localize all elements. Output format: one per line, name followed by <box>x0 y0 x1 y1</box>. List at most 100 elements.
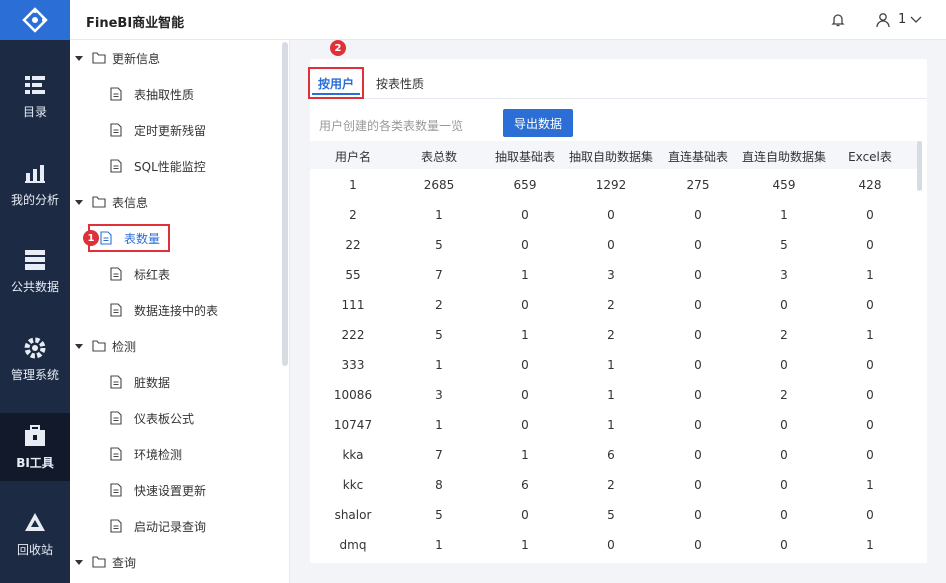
table-cell: 0 <box>694 418 702 432</box>
nav-item-recycle-bin[interactable]: 回收站 <box>0 500 70 568</box>
table-cell: 1 <box>435 358 443 372</box>
table-row: dmq 1 1 0 0 0 1 <box>310 529 922 559</box>
table-row: 2 1 0 0 0 1 0 <box>310 199 922 229</box>
table-cell: dmq <box>339 538 367 552</box>
table-cell: 0 <box>607 208 615 222</box>
tree-item[interactable]: 表抽取性质 <box>110 83 194 105</box>
folder-icon <box>92 556 106 568</box>
table-cell: 0 <box>866 448 874 462</box>
table-cell: 5 <box>435 238 443 252</box>
catalog-icon <box>25 75 45 94</box>
tree-item[interactable]: 表数量 <box>88 224 171 252</box>
tree-item[interactable]: 快速设置更新 <box>110 479 206 501</box>
tree-group[interactable]: 查询 <box>74 551 136 573</box>
nav-label: 公共数据 <box>10 279 59 294</box>
table-cell: 1 <box>435 418 443 432</box>
nav-item-bi-tools[interactable]: BI工具 <box>0 413 70 481</box>
table-header: 用户名 表总数 抽取基础表 抽取自助数据集 直连基础表 直连自助数据集 Excel表 <box>310 141 922 169</box>
tab-by-user[interactable]: 按用户 <box>308 67 364 99</box>
column-header: 用户名 <box>334 150 371 164</box>
user-name[interactable]: 1 <box>898 12 906 27</box>
table-cell: 1 <box>521 268 529 282</box>
nav-label: 管理系统 <box>10 367 59 382</box>
tree-group-label: 表信息 <box>112 195 149 210</box>
bell-icon[interactable] <box>830 12 846 28</box>
table-cell: 6 <box>521 478 529 492</box>
tree-group[interactable]: 更新信息 <box>74 47 160 69</box>
user-icon[interactable] <box>875 12 891 28</box>
caret-down-icon[interactable] <box>74 197 84 207</box>
table-row: 222 5 1 2 0 2 1 <box>310 319 922 349</box>
table-cell: 1 <box>780 208 788 222</box>
tree-item[interactable]: 环境检测 <box>110 443 182 465</box>
table-cell: 1 <box>607 388 615 402</box>
table-cell: 2 <box>607 328 615 342</box>
main-panel: 按用户 按表性质 用户创建的各类表数量一览 导出数据 用户名 表总数 抽取基础表 抽取… <box>308 59 927 563</box>
tree-item[interactable]: 启动记录查询 <box>110 515 206 537</box>
table-cell: 222 <box>341 328 365 342</box>
tree-item-label: 数据连接中的表 <box>134 303 219 318</box>
column-header: 抽取自助数据集 <box>568 150 653 164</box>
table-cell: kka <box>342 448 364 462</box>
nav-item-catalog[interactable]: 目录 <box>0 62 70 130</box>
caret-down-icon[interactable] <box>74 557 84 567</box>
table-cell: 1 <box>607 418 615 432</box>
table-cell: 428 <box>858 178 882 192</box>
nav-item-my-analysis[interactable]: 我的分析 <box>0 150 70 218</box>
table-cell: 2 <box>780 388 788 402</box>
table-cell: 0 <box>694 298 702 312</box>
table-row: 55 7 1 3 0 3 1 <box>310 259 922 289</box>
tree-group-label: 更新信息 <box>112 51 161 66</box>
table-cell: 0 <box>694 238 702 252</box>
table-cell: 0 <box>521 508 529 522</box>
tree-item[interactable]: 仪表板公式 <box>110 407 194 429</box>
table-cell: 0 <box>694 448 702 462</box>
table-cell: 0 <box>780 298 788 312</box>
document-icon <box>110 267 122 281</box>
table-cell: 1292 <box>595 178 627 192</box>
tree-group[interactable]: 检测 <box>74 335 136 357</box>
tree-group[interactable]: 表信息 <box>74 191 148 213</box>
recycle-icon <box>25 512 45 531</box>
table-scrollbar[interactable] <box>917 141 922 191</box>
table-cell: 2 <box>607 478 615 492</box>
document-icon <box>110 411 122 425</box>
tree-item[interactable]: 脏数据 <box>110 371 170 393</box>
tree-item[interactable]: SQL性能监控 <box>110 155 206 177</box>
table-cell: 0 <box>866 358 874 372</box>
tab-by-table-type[interactable]: 按表性质 <box>368 67 432 99</box>
function-tree: 更新信息表抽取性质定时更新残留 SQL性能监控表信息表数量标红表数据连接中的表检测… <box>70 40 290 583</box>
step-badge-2: 2 <box>330 40 346 56</box>
tree-item[interactable]: 标红表 <box>110 263 170 285</box>
analysis-icon <box>25 164 45 183</box>
chevron-down-icon[interactable] <box>910 14 922 26</box>
table-cell: 2685 <box>423 178 455 192</box>
table-cell: 1 <box>435 538 443 552</box>
table-body: 1 2685 659 1292 275 459 428 2 1 0 0 0 1 0 22 5 0 0 0 5 0 55 7 1… <box>310 169 922 563</box>
table-cell: 459 <box>772 178 796 192</box>
table-row: kkc 8 6 2 0 0 1 <box>310 469 922 499</box>
table-row: kka 7 1 6 0 0 0 <box>310 439 922 469</box>
tree-item-label: 启动记录查询 <box>134 519 207 534</box>
table-cell: 2 <box>780 328 788 342</box>
tree-scrollbar[interactable] <box>282 42 288 366</box>
nav-label: 目录 <box>22 104 47 119</box>
table-cell: 0 <box>780 508 788 522</box>
table-cell: 0 <box>866 508 874 522</box>
table-cell: 8 <box>435 478 443 492</box>
nav-item-public-data[interactable]: 公共数据 <box>0 237 70 305</box>
table-row: 10086 3 0 1 0 2 0 <box>310 379 922 409</box>
tree-item[interactable]: 定时更新残留 <box>110 119 206 141</box>
table-row: 1 2685 659 1292 275 459 428 <box>310 169 922 199</box>
nav-item-management[interactable]: 管理系统 <box>0 325 70 393</box>
finebi-logo[interactable] <box>0 0 70 40</box>
table-cell: 0 <box>694 208 702 222</box>
caret-down-icon[interactable] <box>74 341 84 351</box>
table-cell: 0 <box>780 478 788 492</box>
table-row: 22 5 0 0 0 5 0 <box>310 229 922 259</box>
document-icon <box>110 159 122 173</box>
export-data-button[interactable]: 导出数据 <box>503 109 573 137</box>
tree-item[interactable]: 数据连接中的表 <box>110 299 218 321</box>
caret-down-icon[interactable] <box>74 53 84 63</box>
table-row: shalor 5 0 5 0 0 0 <box>310 499 922 529</box>
